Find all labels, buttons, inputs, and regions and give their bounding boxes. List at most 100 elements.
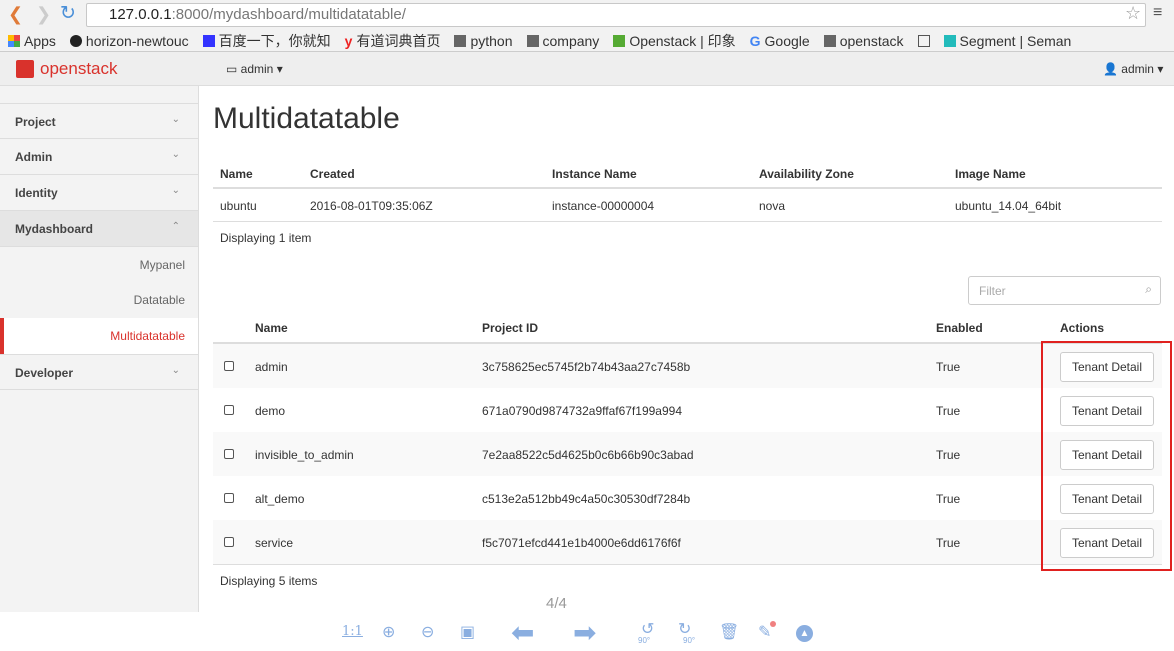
bookmark-openstack[interactable]: openstack xyxy=(823,33,904,49)
row-checkbox[interactable] xyxy=(224,493,234,503)
cell-name: ubuntu xyxy=(220,199,257,213)
bookmark-segment[interactable]: Segment | Seman xyxy=(943,32,1072,49)
slideshow-icon[interactable]: ▣ xyxy=(460,622,475,642)
sidebar-item-admin[interactable]: Admin ⌄ xyxy=(0,139,198,175)
apps-icon xyxy=(8,34,20,47)
bookmark-baidu[interactable]: 百度一下，你就知 xyxy=(202,31,331,51)
openstack-header: openstack ▭ admin ▾ 👤 admin ▾ xyxy=(0,52,1174,86)
sidebar-item-label: Admin xyxy=(15,150,53,164)
row-checkbox[interactable] xyxy=(224,361,234,371)
row-checkbox[interactable] xyxy=(224,449,234,459)
column-header: Project ID xyxy=(482,321,539,335)
logo-text[interactable]: openstack xyxy=(40,59,118,79)
sidebar-item-mydashboard[interactable]: Mydashboard ⌃ xyxy=(0,211,198,247)
bookmark-page[interactable] xyxy=(917,34,930,47)
row-checkbox[interactable] xyxy=(224,405,234,415)
column-header: Created xyxy=(310,167,355,181)
url-host: 127.0.0.1 xyxy=(109,6,172,23)
folder-icon xyxy=(526,34,539,47)
bookmark-python[interactable]: python xyxy=(454,32,513,49)
cell-enabled: True xyxy=(936,536,961,550)
sidebar-item-label: Identity xyxy=(15,186,58,200)
browser-toolbar: ❮ ❯ ↻ 127.0.0.1:8000/mydashboard/multida… xyxy=(0,0,1174,30)
previous-arrow-icon[interactable]: ⬅ xyxy=(511,616,534,649)
menu-icon[interactable]: ≡ xyxy=(1153,4,1162,22)
cell-name: admin xyxy=(255,360,288,374)
user-dropdown[interactable]: 👤 admin ▾ xyxy=(1103,62,1163,76)
project-label: admin xyxy=(240,62,274,76)
bookmark-label: python xyxy=(470,32,513,49)
openstack-logo-icon xyxy=(16,60,34,78)
column-header: Instance Name xyxy=(552,167,637,181)
project-dropdown[interactable]: ▭ admin ▾ xyxy=(226,62,283,76)
sidebar-subitem-mypanel[interactable]: Mypanel xyxy=(0,247,198,283)
bookmark-label: 有道词典首页 xyxy=(356,32,441,49)
bookmark-label: Segment | Seman xyxy=(959,32,1072,49)
cell-image: ubuntu_14.04_64bit xyxy=(955,199,1062,213)
page-icon xyxy=(917,34,930,47)
image-viewer-toolbar: 4/4 1:1 ⊕ ⊖ ▣ ⬅ ➡ ↺ 90° ↻ 90° 🗑 ✎ ▲ xyxy=(199,595,1174,651)
delete-icon[interactable]: 🗑 xyxy=(719,622,739,642)
search-icon[interactable]: ⌕ xyxy=(1145,282,1152,297)
segment-icon xyxy=(943,34,956,47)
filter-placeholder: Filter xyxy=(979,284,1006,298)
star-icon[interactable]: ☆ xyxy=(1125,3,1141,24)
divider xyxy=(213,564,1162,565)
bookmark-google[interactable]: G Google xyxy=(750,33,810,49)
github-icon xyxy=(69,34,82,47)
chevron-down-icon: ⌄ xyxy=(171,149,180,160)
cell-name: invisible_to_admin xyxy=(255,448,354,462)
bookmark-horizon[interactable]: horizon-newtouc xyxy=(69,32,189,49)
bookmark-company[interactable]: company xyxy=(526,33,599,49)
sidebar-subitem-datatable[interactable]: Datatable xyxy=(0,282,198,318)
scroll-up-icon[interactable]: ▲ xyxy=(796,625,813,642)
bookmark-evernote[interactable]: Openstack | 印象 xyxy=(613,31,736,51)
page-title: Multidatatable xyxy=(213,102,400,135)
next-arrow-icon[interactable]: ➡ xyxy=(573,616,596,649)
bookmark-apps[interactable]: Apps xyxy=(8,33,56,49)
actual-size-button[interactable]: 1:1 xyxy=(342,624,363,639)
sidebar-item-project[interactable]: Project ⌄ xyxy=(0,103,198,139)
sidebar-item-developer[interactable]: Developer ⌄ xyxy=(0,354,198,390)
sidebar-item-identity[interactable]: Identity ⌄ xyxy=(0,175,198,211)
bookmark-label: Google xyxy=(764,32,810,49)
table-footer: Displaying 5 items xyxy=(220,574,318,588)
sidebar-subitem-multidatatable[interactable]: Multidatatable xyxy=(0,318,198,354)
filter-input[interactable]: Filter ⌕ xyxy=(968,276,1161,305)
cell-created: 2016-08-01T09:35:06Z xyxy=(310,199,433,213)
user-icon: 👤 xyxy=(1103,62,1118,76)
zoom-in-icon[interactable]: ⊕ xyxy=(382,622,395,642)
column-header: Actions xyxy=(1060,321,1105,335)
highlight-box xyxy=(1041,341,1172,571)
sidebar-item-label: Project xyxy=(15,115,56,129)
forward-icon[interactable]: ❯ xyxy=(36,4,51,25)
column-header: Image Name xyxy=(955,167,1026,181)
cell-name: alt_demo xyxy=(255,492,305,506)
bookmark-label: 百度一下，你就知 xyxy=(218,32,331,49)
back-icon[interactable]: ❮ xyxy=(8,4,23,25)
cell-enabled: True xyxy=(936,404,961,418)
rotate-left-label: 90° xyxy=(638,636,651,645)
table-footer: Displaying 1 item xyxy=(220,231,312,245)
row-background xyxy=(213,388,1162,432)
cell-project-id: 3c758625ec5745f2b74b43aa27c7458b xyxy=(482,360,691,374)
chevron-up-icon: ⌃ xyxy=(171,221,180,232)
cell-enabled: True xyxy=(936,360,961,374)
cell-enabled: True xyxy=(936,492,961,506)
row-background xyxy=(213,520,1162,564)
row-checkbox[interactable] xyxy=(224,537,234,547)
cell-enabled: True xyxy=(936,448,961,462)
zoom-out-icon[interactable]: ⊖ xyxy=(421,622,434,642)
google-icon: G xyxy=(749,32,761,49)
bookmarks-bar: Apps horizon-newtouc 百度一下，你就知 y 有道词典首页 py… xyxy=(0,30,1174,52)
chevron-down-icon: ⌄ xyxy=(171,114,180,125)
address-bar[interactable]: 127.0.0.1:8000/mydashboard/multidatatabl… xyxy=(86,3,1146,27)
column-header: Enabled xyxy=(936,321,983,335)
column-header: Availability Zone xyxy=(759,167,854,181)
bookmark-label: horizon-newtouc xyxy=(85,32,189,49)
reload-icon[interactable]: ↻ xyxy=(60,2,76,25)
bookmark-youdao[interactable]: y 有道词典首页 xyxy=(345,31,441,51)
chevron-down-icon: ⌄ xyxy=(171,365,180,376)
cell-zone: nova xyxy=(759,199,786,213)
chevron-down-icon: ⌄ xyxy=(171,185,180,196)
